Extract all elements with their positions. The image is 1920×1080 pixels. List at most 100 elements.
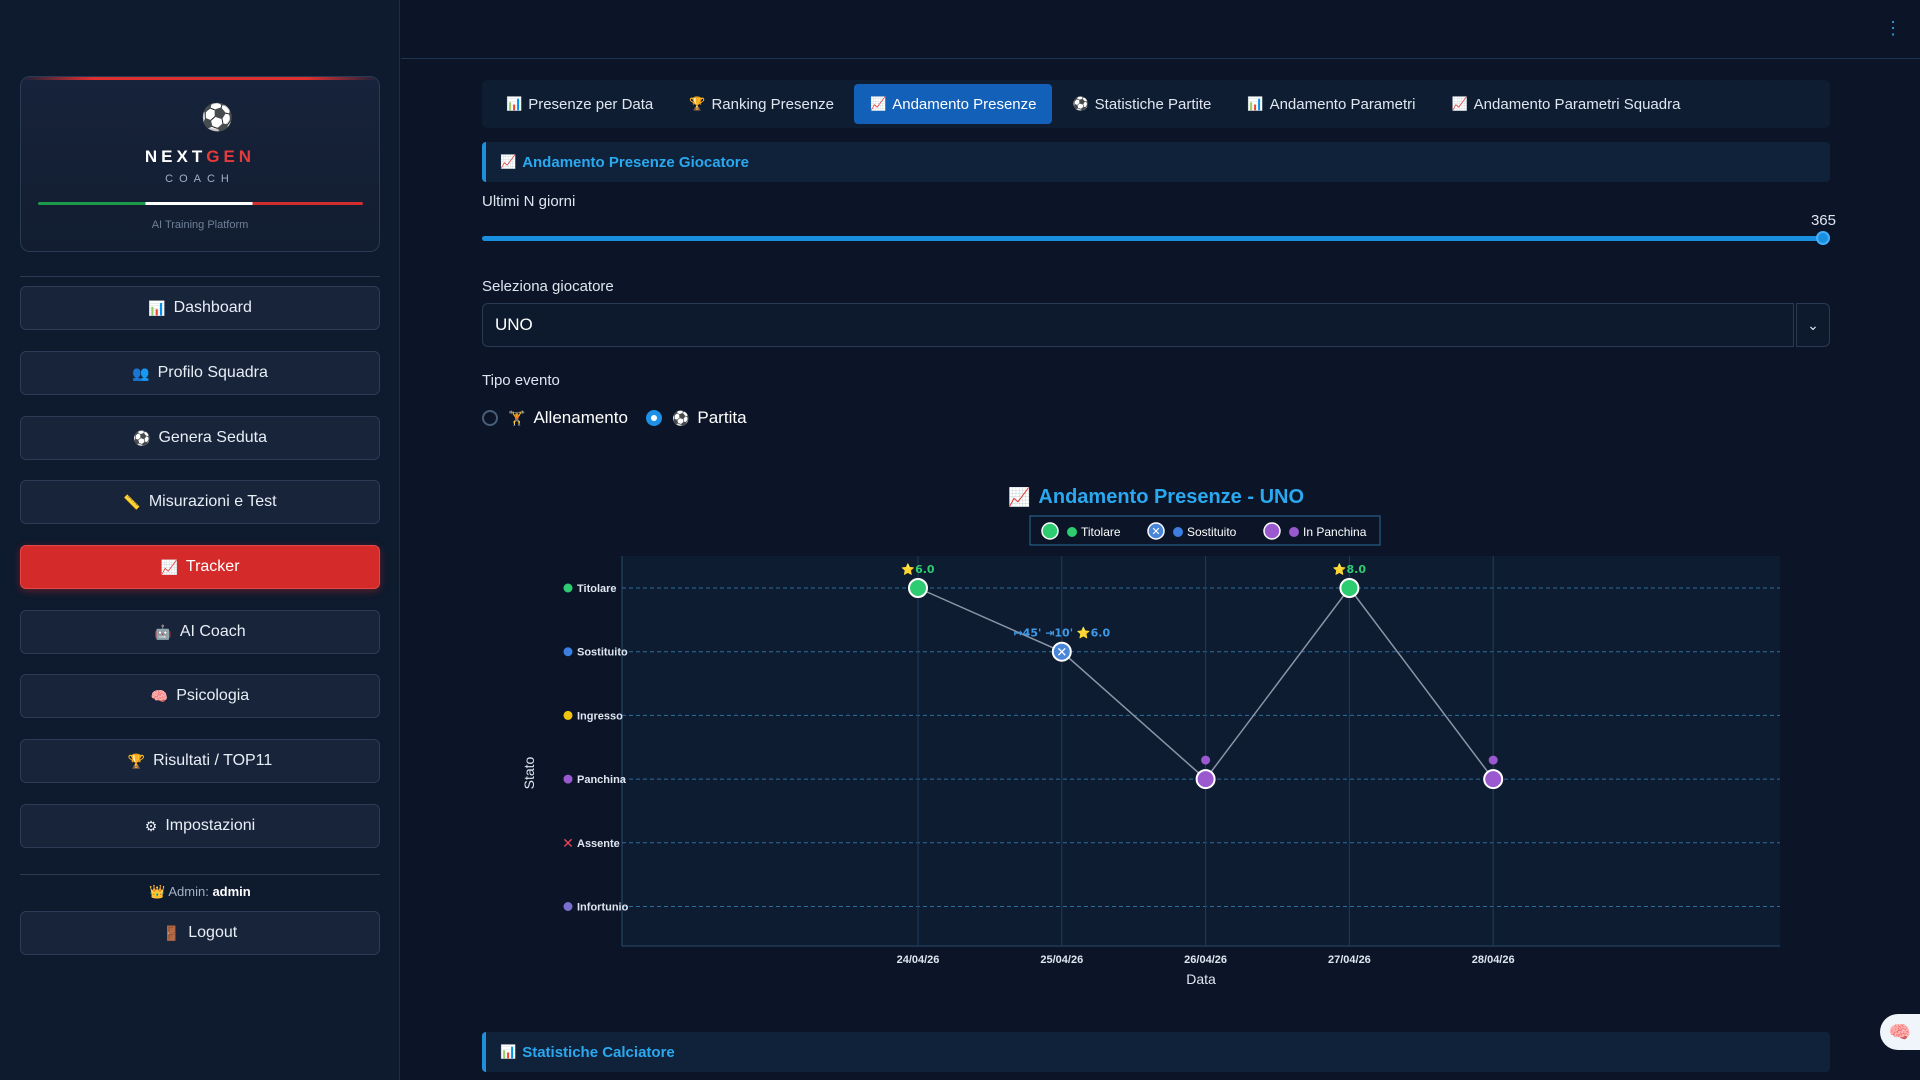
tab-statistiche-partite[interactable]: ⚽ Statistiche Partite bbox=[1056, 84, 1227, 124]
admin-info: 👑 Admin: admin bbox=[0, 884, 400, 900]
days-slider-track[interactable] bbox=[482, 236, 1826, 241]
sidebar-item-profilo-squadra[interactable]: 👥 Profilo Squadra bbox=[20, 351, 380, 395]
sidebar-divider bbox=[20, 874, 380, 875]
logout-label: Logout bbox=[188, 924, 238, 941]
legend-label: Sostituito bbox=[1187, 525, 1237, 539]
player-select-value: UNO bbox=[495, 315, 533, 334]
menu-kebab-icon[interactable]: ⋮ bbox=[1884, 18, 1902, 39]
soccer-ball-icon: ⚽ bbox=[671, 409, 690, 426]
trend-icon: 📈 bbox=[500, 154, 517, 169]
tab-ranking-presenze[interactable]: 🏆 Ranking Presenze bbox=[673, 84, 850, 124]
bench-marker bbox=[1201, 755, 1211, 765]
tab-label: Presenze per Data bbox=[528, 95, 654, 113]
sidebar-item-ai-coach[interactable]: 🤖 AI Coach bbox=[20, 610, 380, 654]
app-root: ⚽ NEXTGEN COACH AI Training Platform 📊 Da… bbox=[0, 0, 1920, 1080]
y-tick-label: Panchina bbox=[577, 774, 627, 786]
player-select[interactable]: UNO bbox=[482, 303, 1794, 347]
trend-icon: 📈 bbox=[1007, 487, 1031, 507]
sidebar-item-label: Profilo Squadra bbox=[157, 364, 268, 381]
y-tick-marker bbox=[563, 647, 573, 657]
logout-button[interactable]: 🚪 Logout bbox=[20, 911, 380, 955]
radio-option-partita[interactable]: ⚽ Partita bbox=[645, 408, 747, 428]
x-tick-label: 26/04/26 bbox=[1184, 954, 1227, 966]
soccer-ball-icon: ⚽ bbox=[201, 102, 234, 132]
tab-andamento-presenze[interactable]: 📈 Andamento Presenze bbox=[854, 84, 1053, 124]
trophy-icon: 🏆 bbox=[689, 96, 706, 111]
data-label: ↦45' ⇥10' ⭐6.0 bbox=[1013, 627, 1110, 640]
trend-icon: 📈 bbox=[870, 96, 887, 111]
sidebar-item-label: Genera Seduta bbox=[158, 429, 267, 446]
tab-label: Andamento Parametri bbox=[1269, 95, 1416, 113]
sidebar-item-misurazioni-e-test[interactable]: 📏 Misurazioni e Test bbox=[20, 480, 380, 524]
bar-chart-icon: 📊 bbox=[506, 96, 523, 111]
soccer-ball-icon: ⚽ bbox=[133, 429, 151, 446]
days-slider-value: 365 bbox=[1810, 212, 1836, 229]
sidebar-item-label: Misurazioni e Test bbox=[148, 493, 277, 510]
data-point bbox=[908, 578, 928, 598]
tab-label: Andamento Parametri Squadra bbox=[1473, 95, 1681, 113]
event-type-label: Tipo evento bbox=[482, 372, 560, 389]
brain-icon[interactable]: 🧠 bbox=[1880, 1014, 1920, 1050]
sidebar-item-risultati-top11[interactable]: 🏆 Risultati / TOP11 bbox=[20, 739, 380, 783]
sidebar-divider bbox=[20, 276, 380, 277]
event-type-radio-group: 🏋 Allenamento ⚽ Partita bbox=[482, 406, 765, 430]
data-point bbox=[1483, 769, 1504, 790]
x-axis-label: Data bbox=[1186, 971, 1216, 987]
days-slider-handle[interactable] bbox=[1816, 231, 1830, 245]
radio-option-allenamento[interactable]: 🏋 Allenamento bbox=[482, 408, 628, 428]
sidebar-item-label: AI Coach bbox=[179, 623, 246, 640]
brain-icon: 🧠 bbox=[150, 687, 169, 704]
y-tick-label: Ingresso bbox=[577, 710, 623, 722]
dumbbell-icon: 🏋 bbox=[508, 409, 526, 426]
chart-title: 📈 Andamento Presenze - UNO bbox=[482, 486, 1830, 509]
tab-label: Statistiche Partite bbox=[1094, 95, 1212, 113]
chevron-down-icon[interactable]: ⌄ bbox=[1796, 303, 1830, 347]
plot-area bbox=[622, 556, 1780, 946]
sidebar-item-label: Psicologia bbox=[176, 687, 250, 704]
legend-label: In Panchina bbox=[1303, 525, 1367, 539]
ruler-icon: 📏 bbox=[123, 493, 141, 510]
section-header: 📈 Andamento Presenze Giocatore bbox=[482, 142, 1830, 182]
sidebar-item-label: Dashboard bbox=[173, 299, 252, 316]
y-tick-label: Sostituito bbox=[577, 647, 628, 659]
brand-name-part1: NEXT bbox=[144, 147, 207, 166]
data-point bbox=[1195, 769, 1216, 790]
player-label: Seleziona giocatore bbox=[482, 278, 614, 295]
door-icon: 🚪 bbox=[162, 924, 181, 941]
sidebar-item-label: Risultati / TOP11 bbox=[153, 752, 273, 769]
tab-andamento-parametri-squadra[interactable]: 📈 Andamento Parametri Squadra bbox=[1435, 84, 1696, 124]
x-tick-label: 27/04/26 bbox=[1328, 954, 1371, 966]
sidebar-item-dashboard[interactable]: 📊 Dashboard bbox=[20, 286, 380, 330]
sidebar-item-genera-seduta[interactable]: ⚽ Genera Seduta bbox=[20, 416, 380, 460]
admin-prefix: Admin: bbox=[168, 884, 209, 899]
trophy-icon: 🏆 bbox=[127, 752, 146, 769]
sidebar-item-label: Tracker bbox=[185, 558, 240, 575]
bar-chart-icon: 📊 bbox=[500, 1044, 517, 1059]
logo-accent-line bbox=[21, 77, 379, 80]
brand-name: NEXTGEN bbox=[21, 147, 379, 167]
radio-partita[interactable] bbox=[645, 410, 662, 426]
radio-label-allenamento: Allenamento bbox=[533, 408, 628, 427]
legend-dot bbox=[1173, 527, 1183, 537]
sidebar-item-psicologia[interactable]: 🧠 Psicologia bbox=[20, 674, 380, 718]
bar-chart-icon: 📊 bbox=[1247, 96, 1264, 111]
brand-subtitle: COACH bbox=[165, 173, 235, 185]
tab-bar: 📊 Presenze per Data 🏆 Ranking Presenze 📈 Anda… bbox=[482, 80, 1830, 128]
sidebar-item-tracker[interactable]: 📈 Tracker bbox=[20, 545, 380, 589]
tab-presenze-per-data[interactable]: 📊 Presenze per Data bbox=[490, 84, 669, 124]
bar-chart-icon: 📊 bbox=[148, 299, 166, 316]
sidebar-item-impostazioni[interactable]: ⚙ Impostazioni bbox=[20, 804, 380, 848]
data-point bbox=[1339, 578, 1360, 598]
radio-allenamento[interactable] bbox=[482, 410, 498, 426]
y-axis-label: Stato bbox=[521, 756, 537, 789]
y-tick-label: Titolare bbox=[577, 583, 617, 595]
legend-label: Titolare bbox=[1081, 525, 1121, 539]
data-point-cross: ✕ bbox=[1056, 646, 1067, 661]
y-tick-label: Infortunio bbox=[577, 902, 629, 914]
gear-icon: ⚙ bbox=[144, 817, 158, 834]
legend-marker-cross: ✕ bbox=[1151, 525, 1160, 538]
attendance-chart: Titolare Sostituito Ingresso Panchina ✕ Assen… bbox=[521, 515, 1780, 987]
tab-andamento-parametri[interactable]: 📊 Andamento Parametri bbox=[1231, 84, 1431, 124]
y-tick-label: Assente bbox=[577, 838, 620, 850]
trend-icon: 📈 bbox=[1451, 96, 1468, 111]
